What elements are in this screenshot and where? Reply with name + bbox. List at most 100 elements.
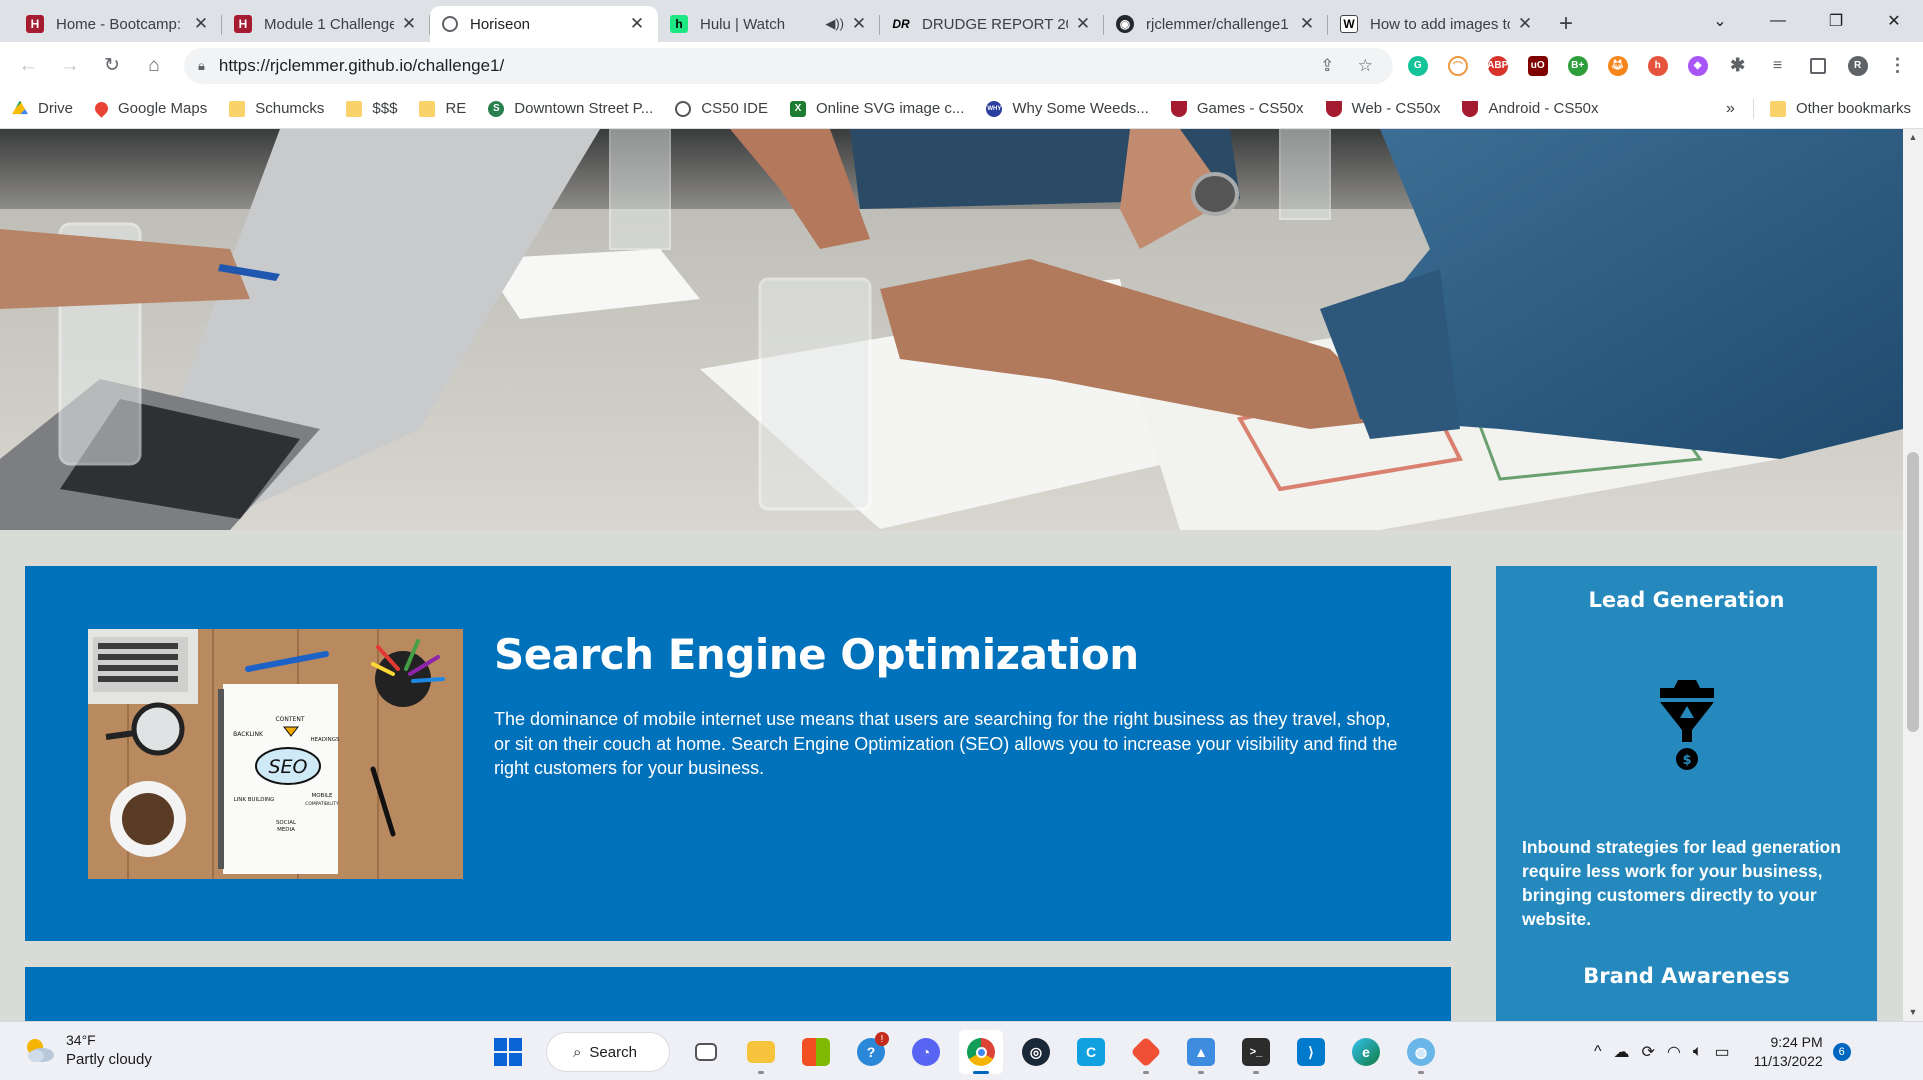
bookmark-cs50-ide[interactable]: CS50 IDE	[675, 100, 768, 117]
close-icon[interactable]: ✕	[1074, 14, 1092, 34]
honey-extension-icon[interactable]: h	[1642, 50, 1673, 81]
bookmark-folder-schumcks[interactable]: Schumcks	[229, 100, 324, 117]
bookmark-web-cs50x[interactable]: Web - CS50x	[1325, 100, 1440, 117]
close-icon[interactable]: ✕	[1516, 14, 1534, 34]
edge-button[interactable]: e	[1344, 1030, 1388, 1074]
media-queue-icon[interactable]: ≡	[1762, 50, 1793, 81]
task-view-button[interactable]	[684, 1030, 728, 1074]
new-tab-button[interactable]: +	[1546, 6, 1586, 42]
bookmarks-overflow-button[interactable]: »	[1726, 100, 1735, 118]
adblock-plus-icon[interactable]: ABP	[1482, 50, 1513, 81]
tab-title: Horiseon	[470, 15, 531, 33]
close-window-button[interactable]: ✕	[1865, 0, 1923, 42]
close-icon[interactable]: ✕	[850, 14, 868, 34]
running-indicator	[973, 1071, 989, 1074]
taskbar-search-label: Search	[589, 1043, 637, 1061]
harvard-shield-icon	[1170, 100, 1187, 117]
chrome-button[interactable]	[959, 1030, 1003, 1074]
chrome-icon	[967, 1038, 995, 1066]
side-panel-icon[interactable]	[1802, 50, 1833, 81]
chevron-up-icon[interactable]: ^	[1594, 1043, 1602, 1061]
bookmark-games-cs50x[interactable]: Games - CS50x	[1170, 100, 1304, 117]
lock-icon[interactable]: 🔒︎	[198, 58, 205, 74]
bookmark-label: Android - CS50x	[1488, 100, 1599, 117]
scroll-down-arrow-icon[interactable]: ▼	[1903, 1004, 1923, 1021]
discord-button[interactable]: ◔	[904, 1030, 948, 1074]
battery-icon[interactable]: ▭	[1715, 1042, 1730, 1062]
tab-module-challenge[interactable]: H Module 1 Challenge: C ✕	[222, 6, 430, 42]
restore-button[interactable]: ❐	[1807, 0, 1865, 42]
bookmark-folder-re[interactable]: RE	[419, 100, 466, 117]
volume-icon[interactable]: 🔈︎	[1693, 1043, 1703, 1061]
start-button[interactable]	[488, 1032, 528, 1072]
forward-button[interactable]: →	[52, 48, 88, 84]
bookmark-label: RE	[445, 100, 467, 117]
better-tv-extension-icon[interactable]: B+	[1562, 50, 1593, 81]
notification-count-badge[interactable]: 6	[1832, 1043, 1851, 1061]
extensions-puzzle-icon[interactable]: ✱	[1722, 50, 1753, 81]
home-button[interactable]: ⌂	[136, 48, 172, 84]
tab-drudge[interactable]: DR DRUDGE REPORT 202 ✕	[880, 6, 1104, 42]
tab-bootcamp-home[interactable]: H Home - Bootcamp: UI ✕	[14, 6, 222, 42]
steam-button[interactable]: ◎	[1014, 1030, 1058, 1074]
windows-taskbar: 34°F Partly cloudy ⌕ Search ?! ◔ ◎ C ▲ >…	[0, 1021, 1923, 1080]
steam-icon: ◎	[1022, 1038, 1050, 1066]
system-clock[interactable]: 9:24 PM 11/13/2022	[1754, 1033, 1823, 1071]
url-text[interactable]: https://rjclemmer.github.io/challenge1/	[219, 56, 1303, 76]
tab-horiseon[interactable]: Horiseon ✕	[430, 6, 658, 42]
taskbar-search[interactable]: ⌕ Search	[546, 1032, 670, 1072]
vscode-button[interactable]: ⟩	[1289, 1030, 1333, 1074]
bookmark-why-weeds[interactable]: WHY Why Some Weeds...	[986, 100, 1149, 117]
network-app-button[interactable]: ◍	[1399, 1030, 1443, 1074]
tab-hulu[interactable]: h Hulu | Watch ◀)) ✕	[658, 6, 880, 42]
reload-button[interactable]: ↻	[94, 48, 130, 84]
speaker-icon[interactable]: ◀))	[825, 16, 844, 32]
file-explorer-button[interactable]	[739, 1030, 783, 1074]
close-icon[interactable]: ✕	[400, 14, 418, 34]
bookmark-downtown-street[interactable]: S Downtown Street P...	[488, 100, 653, 117]
scroll-up-arrow-icon[interactable]: ▲	[1903, 129, 1923, 146]
terminal-button[interactable]: >_	[1234, 1030, 1278, 1074]
bookmark-android-cs50x[interactable]: Android - CS50x	[1462, 100, 1599, 117]
ublock-origin-icon[interactable]: uO	[1522, 50, 1553, 81]
lead-generation-funnel-icon: $	[1660, 680, 1714, 770]
task-view-icon	[695, 1043, 717, 1061]
bookmark-folder-money[interactable]: $$$	[346, 100, 397, 117]
git-button[interactable]	[1124, 1030, 1168, 1074]
profile-avatar[interactable]: R	[1842, 50, 1873, 81]
bookmark-star-icon[interactable]: ☆	[1351, 56, 1379, 76]
microsoft-store-button[interactable]	[794, 1030, 838, 1074]
drop-extension-icon[interactable]: ◆	[1682, 50, 1713, 81]
address-bar[interactable]: 🔒︎ https://rjclemmer.github.io/challenge…	[183, 47, 1394, 84]
weather-widget[interactable]: 34°F Partly cloudy	[22, 1031, 152, 1069]
browser-toolbar: ← → ↻ ⌂ 🔒︎ https://rjclemmer.github.io/c…	[0, 42, 1923, 89]
onedrive-icon[interactable]: ☁	[1614, 1042, 1630, 1062]
seo-desk-illustration: SEO CONTENT BACKLINK HEADINGS LINK BUILD…	[88, 629, 463, 879]
network-icon: ◍	[1407, 1038, 1435, 1066]
share-icon[interactable]: ⇪	[1313, 56, 1341, 76]
get-help-button[interactable]: ?!	[849, 1030, 893, 1074]
page-scrollbar[interactable]: ▲ ▼	[1903, 129, 1923, 1021]
wifi-icon[interactable]: ◠	[1667, 1042, 1681, 1062]
sync-icon[interactable]: ⟳	[1642, 1042, 1655, 1062]
close-icon[interactable]: ✕	[1298, 14, 1316, 34]
metamask-icon[interactable]: 🦊︎	[1602, 50, 1633, 81]
tab-github[interactable]: ◉ rjclemmer/challenge1 ✕	[1104, 6, 1328, 42]
bookmark-drive[interactable]: Drive	[12, 100, 73, 117]
tab-wikihow[interactable]: W How to add images to ✕	[1328, 6, 1546, 42]
tab-search-button[interactable]: ⌄	[1691, 0, 1749, 42]
close-icon[interactable]: ✕	[628, 14, 646, 34]
bookmarks-divider	[1752, 98, 1754, 119]
back-button[interactable]: ←	[10, 48, 46, 84]
extension-arc-icon[interactable]: ⌒	[1442, 50, 1473, 81]
grammarly-extension-icon[interactable]: G	[1402, 50, 1433, 81]
bookmark-other[interactable]: Other bookmarks	[1769, 100, 1911, 117]
bookmark-google-maps[interactable]: Google Maps	[92, 99, 207, 118]
paint-button[interactable]: ▲	[1179, 1030, 1223, 1074]
scroll-thumb[interactable]	[1907, 452, 1919, 732]
menu-kebab-icon[interactable]: ⋮	[1882, 50, 1913, 81]
minimize-button[interactable]: —	[1749, 0, 1807, 42]
ccleaner-button[interactable]: C	[1069, 1030, 1113, 1074]
bookmark-svg-converter[interactable]: X Online SVG image c...	[789, 100, 964, 117]
close-icon[interactable]: ✕	[192, 14, 210, 34]
